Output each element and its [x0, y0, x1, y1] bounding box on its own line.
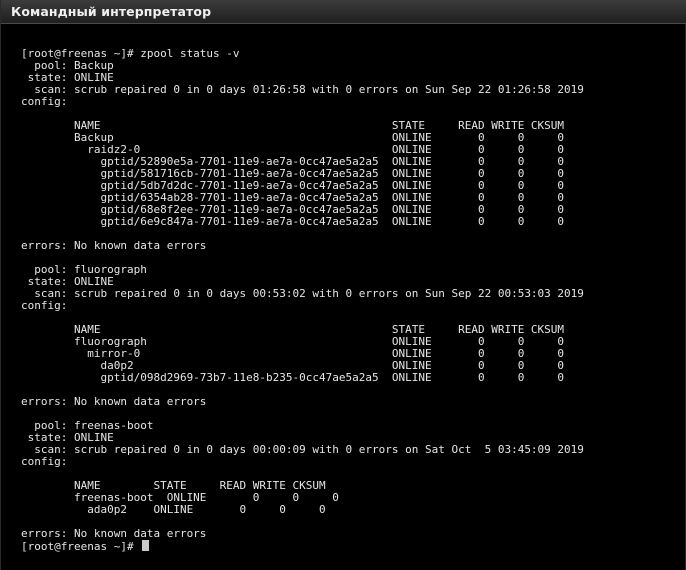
- terminal-line: gptid/6e9c847a-7701-11e9-ae7a-0cc47ae5a2…: [21, 215, 565, 228]
- terminal-line: errors: No known data errors: [21, 239, 207, 252]
- terminal-line: [root@freenas ~]# zpool status -v: [21, 47, 240, 60]
- terminal-line: config:: [21, 455, 68, 468]
- terminal-line: pool: freenas-boot: [21, 419, 154, 432]
- terminal-line: gptid/098d2969-73b7-11e8-b235-0cc47ae5a2…: [21, 371, 565, 384]
- shell-window: Командный интерпретатор [root@freenas ~]…: [0, 0, 686, 570]
- terminal-line: scan: scrub repaired 0 in 0 days 00:53:0…: [21, 287, 584, 300]
- terminal-line: pool: fluorograph: [21, 263, 147, 276]
- terminal-output[interactable]: [root@freenas ~]# zpool status -v pool: …: [21, 48, 685, 570]
- cursor-block: [142, 540, 150, 551]
- window-titlebar[interactable]: Командный интерпретатор: [1, 0, 686, 24]
- prompt-line: [root@freenas ~]#: [21, 540, 685, 553]
- terminal-line: ada0p2 ONLINE 0 0 0: [21, 503, 326, 516]
- terminal-line: config:: [21, 299, 68, 312]
- terminal-line: config:: [21, 95, 68, 108]
- terminal-line: errors: No known data errors: [21, 527, 207, 540]
- terminal-line: scan: scrub repaired 0 in 0 days 01:26:5…: [21, 83, 584, 96]
- window-title: Командный интерпретатор: [11, 4, 212, 19]
- terminal-line: errors: No known data errors: [21, 395, 207, 408]
- terminal-line: scan: scrub repaired 0 in 0 days 00:00:0…: [21, 443, 584, 456]
- terminal-line: pool: Backup: [21, 59, 114, 72]
